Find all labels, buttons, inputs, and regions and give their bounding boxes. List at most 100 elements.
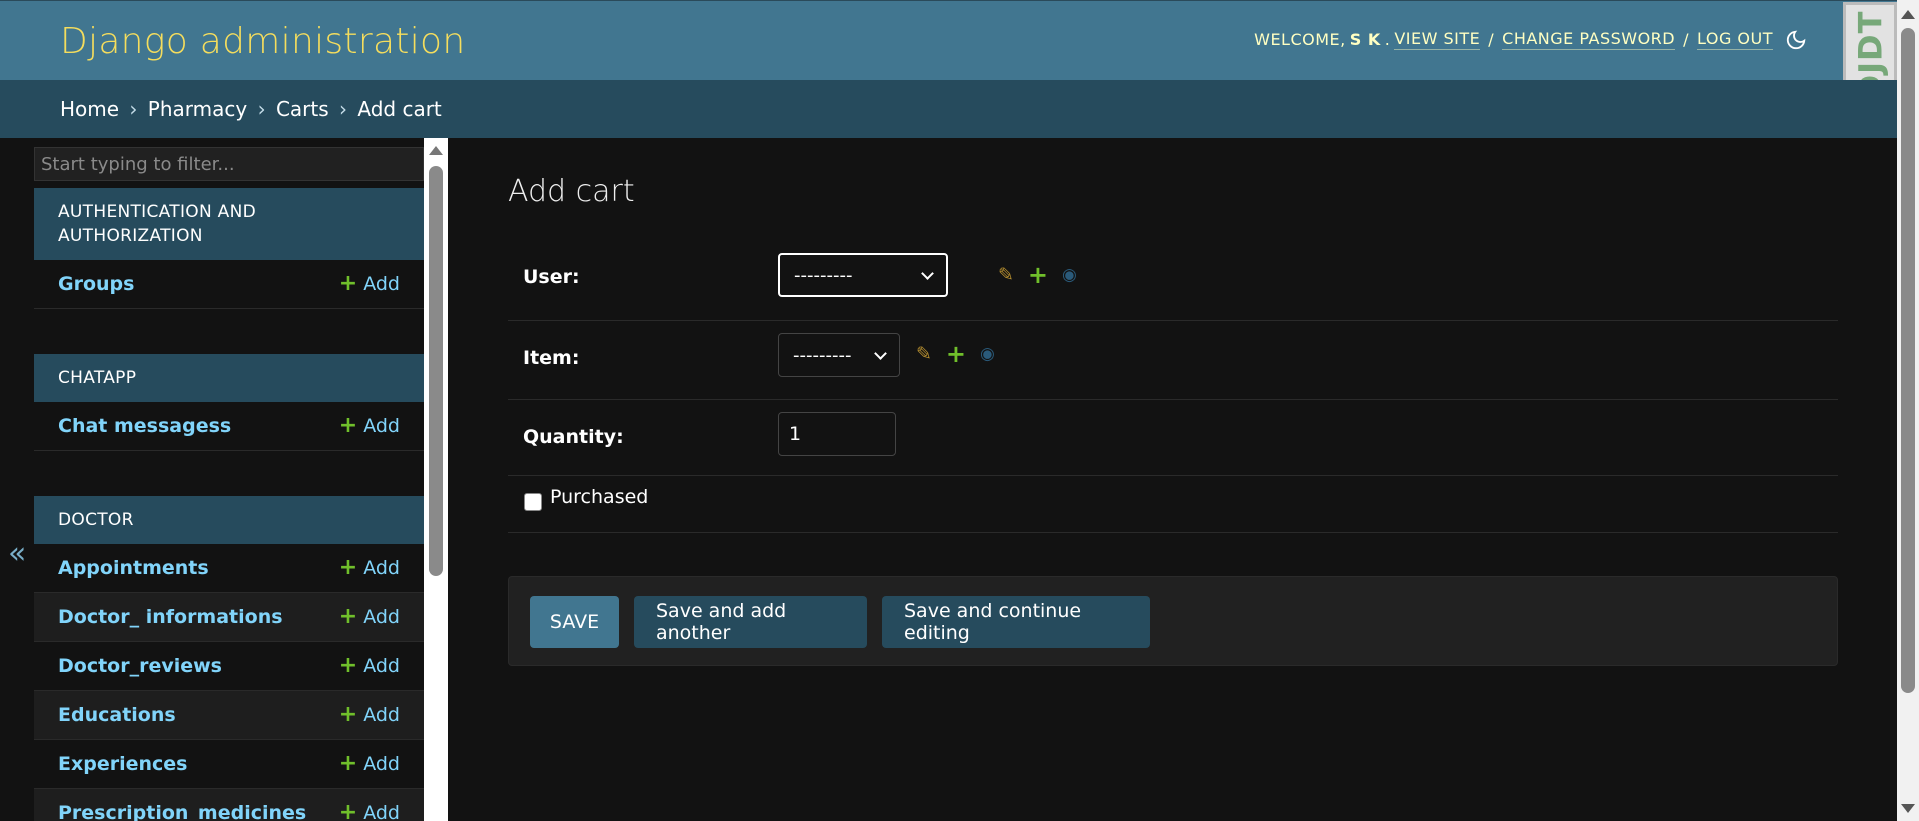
user-tools: WELCOME, S K. VIEW SITE / CHANGE PASSWOR… <box>1254 29 1773 50</box>
add-label: Add <box>363 802 400 821</box>
plus-icon[interactable]: + <box>946 342 966 366</box>
quantity-input[interactable] <box>778 412 896 456</box>
add-link[interactable]: + Add <box>338 604 400 629</box>
sidebar-item-doctor-informations: Doctor_ informations + Add <box>34 593 424 642</box>
scroll-up-icon[interactable] <box>1901 10 1915 19</box>
add-label: Add <box>363 557 400 579</box>
plus-icon: + <box>338 604 358 629</box>
form-row-purchased <box>508 476 1838 533</box>
plus-icon: + <box>338 653 358 678</box>
plus-icon: + <box>338 751 358 776</box>
add-link[interactable]: + Add <box>338 702 400 727</box>
add-link[interactable]: + Add <box>338 751 400 776</box>
sidebar: AUTHENTICATION AND AUTHORIZATION Groups … <box>34 138 424 821</box>
purchased-label[interactable]: Purchased <box>550 486 648 508</box>
user-select[interactable]: --------- <box>778 253 948 297</box>
scroll-up-icon[interactable] <box>429 146 443 155</box>
submit-row: SAVE Save and add another Save and conti… <box>508 576 1838 666</box>
separator: / <box>1683 30 1689 49</box>
add-label: Add <box>363 704 400 726</box>
page-title: Add cart <box>508 174 635 209</box>
sidebar-item-experiences: Experiences + Add <box>34 740 424 789</box>
item-select-value: --------- <box>793 344 852 366</box>
sidebar-item-groups: Groups + Add <box>34 260 424 309</box>
model-link[interactable]: Educations <box>58 704 176 726</box>
theme-toggle-button[interactable] <box>1785 29 1807 55</box>
breadcrumb: Home › Pharmacy › Carts › Add cart <box>0 80 1897 138</box>
eye-icon[interactable]: ◉ <box>980 344 995 364</box>
model-link[interactable]: Doctor_reviews <box>58 655 222 677</box>
eye-icon[interactable]: ◉ <box>1062 265 1077 285</box>
add-label: Add <box>363 606 400 628</box>
model-link[interactable]: Doctor_ informations <box>58 606 283 628</box>
sidebar-scrollbar[interactable] <box>424 138 448 821</box>
form-row-user: User: <box>508 242 1838 321</box>
pencil-icon[interactable]: ✎ <box>998 264 1014 286</box>
model-link[interactable]: Experiences <box>58 753 187 775</box>
model-link[interactable]: Prescription_medicines <box>58 802 306 821</box>
plus-icon: + <box>338 271 358 296</box>
form-row-item: Item: <box>508 321 1838 400</box>
sidebar-item-educations: Educations + Add <box>34 691 424 740</box>
plus-icon: + <box>338 800 358 821</box>
add-link[interactable]: + Add <box>338 271 400 296</box>
chevron-down-icon <box>921 266 934 280</box>
save-button[interactable]: SAVE <box>530 596 619 648</box>
change-password-link[interactable]: CHANGE PASSWORD <box>1502 29 1676 50</box>
sidebar-collapse-button[interactable]: « <box>8 536 26 571</box>
module-caption-auth[interactable]: AUTHENTICATION AND AUTHORIZATION <box>34 188 424 260</box>
add-label: Add <box>363 273 400 295</box>
scrollbar-thumb[interactable] <box>1901 28 1915 693</box>
log-out-link[interactable]: LOG OUT <box>1697 29 1773 50</box>
breadcrumb-separator: › <box>129 97 138 121</box>
breadcrumb-current: Add cart <box>357 97 442 121</box>
sidebar-filter-input[interactable] <box>34 147 424 181</box>
breadcrumb-separator: › <box>257 97 266 121</box>
model-link[interactable]: Groups <box>58 273 134 295</box>
breadcrumb-separator: › <box>339 97 348 121</box>
module-caption-doctor[interactable]: DOCTOR <box>34 496 424 544</box>
add-label: Add <box>363 655 400 677</box>
item-related-actions: ✎ + ◉ <box>916 342 995 366</box>
form-row-quantity: Quantity: <box>508 400 1838 476</box>
add-label: Add <box>363 753 400 775</box>
add-link[interactable]: + Add <box>339 802 400 821</box>
save-and-continue-button[interactable]: Save and continue editing <box>882 596 1150 648</box>
purchased-checkbox[interactable] <box>524 493 542 511</box>
save-and-add-another-button[interactable]: Save and add another <box>634 596 867 648</box>
item-select[interactable]: --------- <box>778 333 900 377</box>
pencil-icon[interactable]: ✎ <box>916 343 932 365</box>
plus-icon: + <box>338 702 358 727</box>
plus-icon: + <box>338 413 358 438</box>
model-link[interactable]: Chat messagess <box>58 415 231 437</box>
username: S K <box>1349 30 1381 49</box>
model-link[interactable]: Appointments <box>58 557 209 579</box>
user-related-actions: ✎ + ◉ <box>998 263 1077 287</box>
site-header: Django administration WELCOME, S K. VIEW… <box>0 0 1897 80</box>
item-label: Item: <box>523 347 580 369</box>
add-link[interactable]: + Add <box>338 653 400 678</box>
scroll-down-icon[interactable] <box>1901 804 1915 813</box>
main-content: Add cart User: --------- ✎ + ◉ Item: ---… <box>508 138 1838 821</box>
sidebar-item-doctor-reviews: Doctor_reviews + Add <box>34 642 424 691</box>
scrollbar-thumb[interactable] <box>429 166 443 576</box>
plus-icon[interactable]: + <box>1028 263 1048 287</box>
page-scrollbar[interactable] <box>1897 0 1919 821</box>
view-site-link[interactable]: VIEW SITE <box>1394 29 1481 50</box>
add-link[interactable]: + Add <box>338 555 400 580</box>
breadcrumb-model[interactable]: Carts <box>276 97 329 121</box>
add-link[interactable]: + Add <box>338 413 400 438</box>
user-select-value: --------- <box>794 264 853 286</box>
welcome-text: WELCOME, <box>1254 30 1346 49</box>
plus-icon: + <box>338 555 358 580</box>
chevron-down-icon <box>874 346 887 360</box>
breadcrumb-home[interactable]: Home <box>60 97 119 121</box>
sidebar-item-appointments: Appointments + Add <box>34 544 424 593</box>
site-name[interactable]: Django administration <box>60 21 465 62</box>
module-caption-chatapp[interactable]: CHATAPP <box>34 354 424 402</box>
breadcrumb-app[interactable]: Pharmacy <box>148 97 247 121</box>
quantity-label: Quantity: <box>523 426 624 448</box>
sidebar-item-prescription-medicines: Prescription_medicines + Add <box>34 789 424 821</box>
separator: / <box>1488 30 1495 49</box>
add-label: Add <box>363 415 400 437</box>
